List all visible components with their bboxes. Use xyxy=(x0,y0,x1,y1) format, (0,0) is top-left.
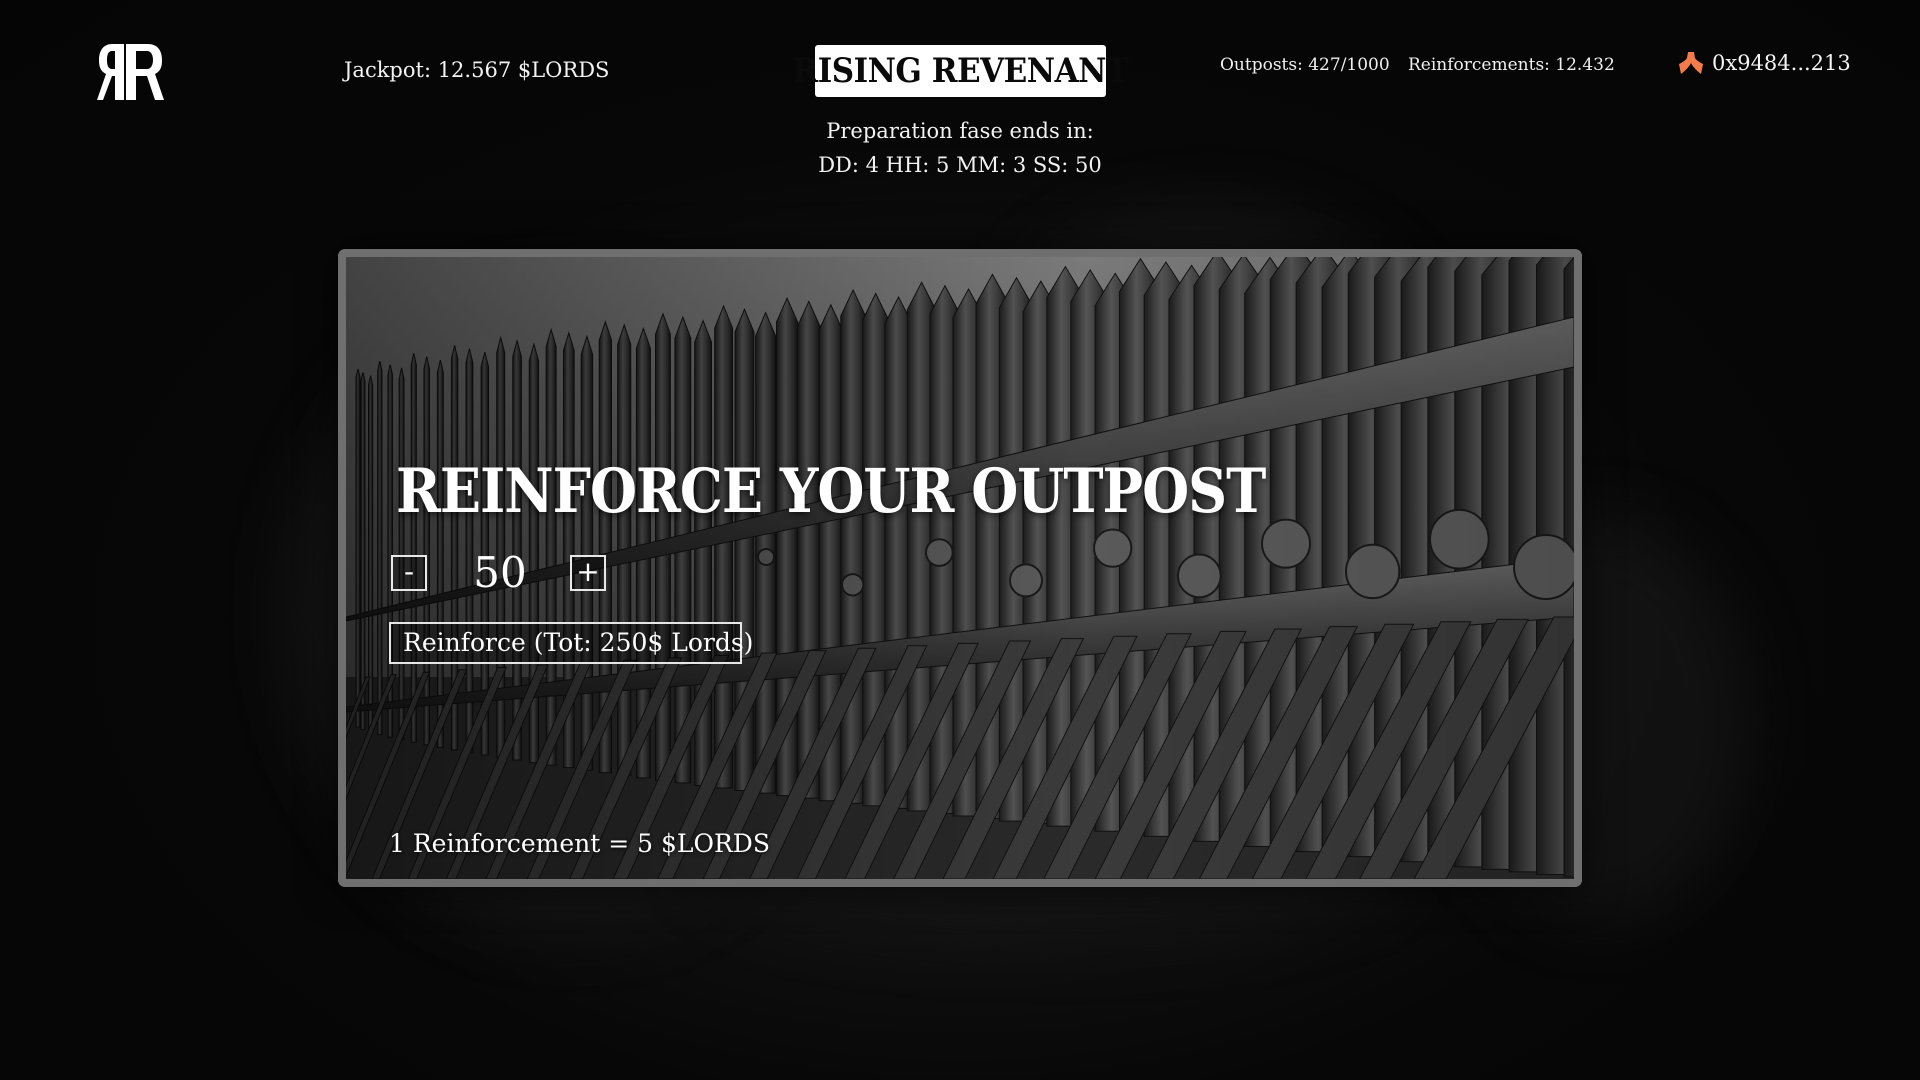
wallet-button[interactable]: 0x9484...213 xyxy=(1678,50,1851,76)
exchange-rate-text: 1 Reinforcement = 5 $LORDS xyxy=(389,829,770,858)
game-title: RISING REVENANT xyxy=(792,51,1129,91)
outposts-counter: Outposts: 427/1000 xyxy=(1220,55,1390,75)
wallet-address: 0x9484...213 xyxy=(1712,51,1851,75)
argent-wallet-icon xyxy=(1679,52,1703,74)
game-title-badge: RISING REVENANT xyxy=(792,45,1129,97)
panel-title: REINFORCE YOUR OUTPOST xyxy=(396,455,1266,527)
countdown-timer: DD: 4 HH: 5 MM: 3 SS: 50 xyxy=(818,153,1102,177)
decrease-button[interactable]: - xyxy=(391,555,427,591)
rr-monogram-icon[interactable] xyxy=(96,40,164,104)
timer-label: Preparation fase ends in: xyxy=(826,119,1094,143)
reinforcements-counter: Reinforcements: 12.432 xyxy=(1408,55,1615,75)
reinforce-button[interactable]: Reinforce (Tot: 250$ Lords) xyxy=(389,622,753,664)
increase-button[interactable]: + xyxy=(570,555,606,591)
quantity-value: 50 xyxy=(473,548,527,597)
game-screen: Jackpot: 12.567 $LORDS RISING REVENANT O… xyxy=(0,0,1920,1080)
jackpot-counter: Jackpot: 12.567 $LORDS xyxy=(344,58,610,82)
